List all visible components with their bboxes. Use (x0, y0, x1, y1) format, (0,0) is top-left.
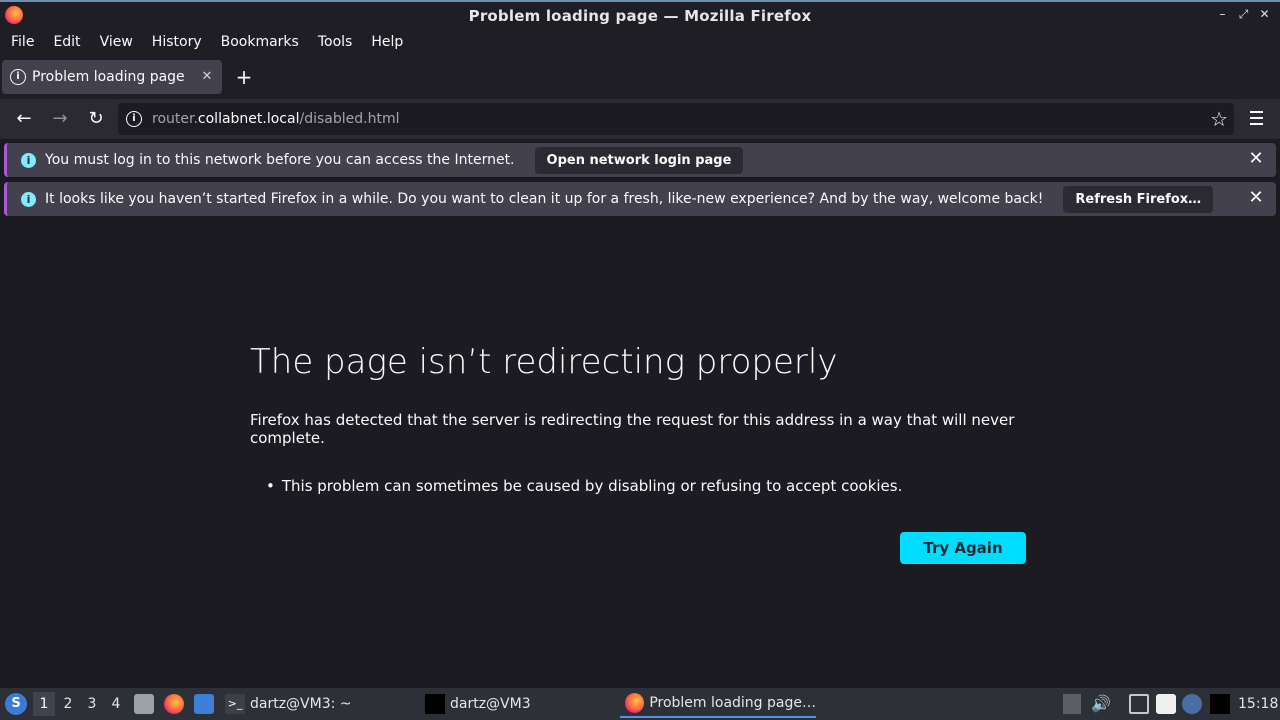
start-menu-icon[interactable]: S (5, 693, 27, 715)
forward-arrow-icon[interactable]: → (48, 107, 72, 131)
storage-icon[interactable] (1063, 694, 1081, 714)
tab-problem-loading-page[interactable]: i Problem loading page ✕ (2, 60, 222, 94)
tab-label: Problem loading page (32, 69, 185, 85)
workspace-3[interactable]: 3 (81, 692, 103, 716)
maximize-icon[interactable]: ⤢ (1236, 7, 1251, 22)
info-icon: i (10, 69, 26, 85)
task-label: dartz@VM3: ~ (250, 696, 352, 712)
notification-refresh-firefox: i It looks like you haven’t started Fire… (4, 182, 1276, 216)
tab-strip: i Problem loading page ✕ + (0, 54, 1280, 99)
try-again-button[interactable]: Try Again (900, 532, 1026, 564)
clipboard-icon[interactable] (1156, 694, 1176, 714)
error-title: The page isn’t redirecting properly (250, 342, 838, 382)
menu-tools[interactable]: Tools (310, 34, 361, 50)
window-title: Problem loading page — Mozilla Firefox (468, 6, 812, 25)
workspace-4[interactable]: 4 (105, 692, 127, 716)
reload-icon[interactable]: ↻ (84, 107, 108, 131)
navigation-toolbar: ← → ↻ i router.collabnet.local/disabled.… (0, 99, 1280, 139)
url-text[interactable]: router.collabnet.local/disabled.html (152, 111, 399, 127)
task-label: Problem loading page… (649, 695, 816, 711)
task-firefox[interactable]: Problem loading page… (620, 690, 816, 718)
url-bar[interactable]: i router.collabnet.local/disabled.html ☆ (118, 103, 1234, 135)
firefox-logo-icon[interactable] (5, 6, 23, 24)
app-menu-icon[interactable] (1246, 107, 1266, 131)
bookmark-star-icon[interactable]: ☆ (1210, 107, 1228, 131)
terminal-icon: >_ (225, 694, 245, 714)
window-icon (425, 694, 445, 714)
menu-edit[interactable]: Edit (45, 34, 88, 50)
menu-view[interactable]: View (92, 34, 141, 50)
firefox-icon (625, 693, 645, 713)
window-controls: – ⤢ ✕ (1215, 7, 1272, 22)
task-terminal[interactable]: >_ dartz@VM3: ~ (225, 690, 352, 718)
firefox-launcher-icon[interactable] (164, 694, 184, 714)
new-tab-button[interactable]: + (232, 66, 256, 90)
error-description: Firefox has detected that the server is … (250, 411, 1015, 447)
window-titlebar: Problem loading page — Mozilla Firefox –… (0, 0, 1280, 29)
menu-file[interactable]: File (3, 34, 42, 50)
network-icon[interactable] (1129, 694, 1149, 714)
notification-text: It looks like you haven’t started Firefo… (45, 191, 1044, 207)
close-icon[interactable]: ✕ (1246, 149, 1266, 169)
tab-close-icon[interactable]: ✕ (197, 67, 217, 87)
info-icon: i (21, 152, 36, 168)
menu-help[interactable]: Help (363, 34, 411, 50)
page-content: The page isn’t redirecting properly Fire… (0, 220, 1280, 688)
desktop-icon[interactable] (194, 694, 214, 714)
close-icon[interactable]: ✕ (1257, 7, 1272, 22)
volume-icon[interactable]: 🔊 (1091, 694, 1111, 714)
close-icon[interactable]: ✕ (1246, 188, 1266, 208)
notification-text: You must log in to this network before y… (45, 152, 515, 168)
minimize-icon[interactable]: – (1215, 7, 1230, 22)
back-arrow-icon[interactable]: ← (12, 107, 36, 131)
site-info-icon[interactable]: i (126, 111, 142, 127)
taskbar: S 1 2 3 4 >_ dartz@VM3: ~ dartz@VM3 Prob… (0, 688, 1280, 720)
workspace-1[interactable]: 1 (33, 692, 55, 716)
menu-history[interactable]: History (144, 34, 210, 50)
menu-bar: File Edit View History Bookmarks Tools H… (0, 29, 1280, 54)
task-window[interactable]: dartz@VM3 (425, 690, 531, 718)
file-manager-icon[interactable] (134, 694, 154, 714)
workspace-2[interactable]: 2 (57, 692, 79, 716)
task-label: dartz@VM3 (450, 696, 531, 712)
error-bullet: This problem can sometimes be caused by … (266, 477, 903, 495)
tray-window-icon[interactable] (1210, 694, 1230, 714)
notification-captive-portal: i You must log in to this network before… (4, 143, 1276, 177)
info-icon: i (21, 191, 36, 207)
clock: 15:18 (1238, 696, 1279, 712)
notification-tray-icon[interactable] (1182, 694, 1202, 714)
menu-bookmarks[interactable]: Bookmarks (213, 34, 307, 50)
open-network-login-button[interactable]: Open network login page (534, 146, 744, 174)
refresh-firefox-button[interactable]: Refresh Firefox… (1063, 185, 1214, 213)
